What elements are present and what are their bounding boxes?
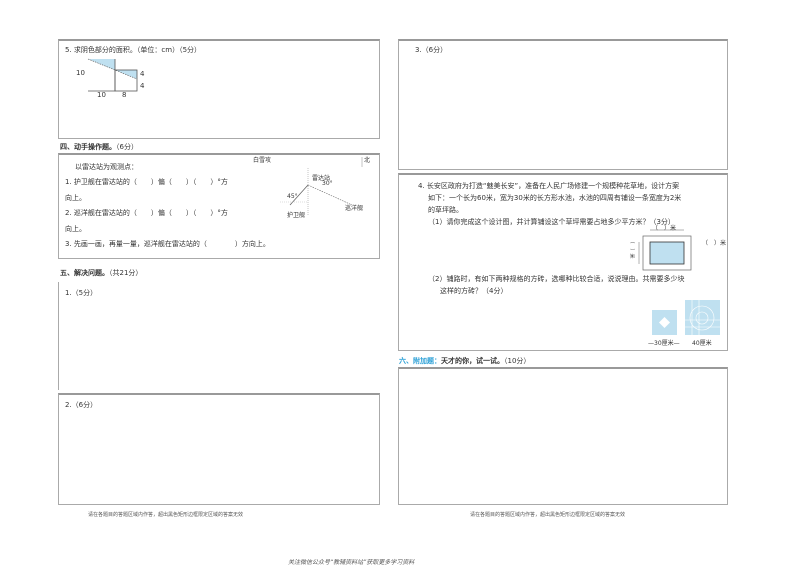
q5-label: 10 [97,91,106,99]
q5-label: 8 [122,91,127,99]
section5-heading: 五、解决问题。（共21分） [60,268,142,278]
map-top-label: 白雪攻 [253,157,272,164]
section6-heading: 六、附加题：天才的你，试一试。（10分） [399,356,530,366]
radar-q2: 2. 巡洋舰在雷达站的（ ）偏（ ）（ ）°方 [65,209,228,217]
map-angle-45: 45° [287,193,298,200]
fig-left-label: （ ）米 [628,238,635,259]
tile1-label: —30厘米— [648,340,680,347]
map-ship2-label: 护卫舰 [287,212,306,219]
problem1-box [58,282,380,390]
problem2-box [58,393,380,505]
q5-label: 4 [140,82,145,90]
section5-score: （共21分） [109,269,143,277]
left-footer: 请在各题目的答题区域内作答，超出黑色矩形边框限定区域的答案无效 [88,512,244,518]
q4-sub2: 这样的方砖？（4分） [440,287,508,295]
q5-label: 10 [76,69,85,77]
tile2-label: 40厘米 [692,340,712,347]
radar-q3: 3. 先画一画，再量一量，巡洋舰在雷达站的（ ）方向上。 [65,240,270,248]
q4-sub2: （2）铺路时，有如下两种规格的方砖，选哪种比较合适，说说理由。共需要多少块 [428,275,685,283]
section6-score: （10分） [504,357,531,365]
q5-figure [87,58,138,92]
q5-title: 5. 求阴色部分的面积。（单位：cm）（5分） [65,46,202,54]
section4-heading: 四、动手操作题。（6分） [60,142,138,152]
tile1-size: 30厘米 [654,340,674,347]
problem2-title: 2.（6分） [65,401,98,409]
q4-line: 如下：一个长为60米，宽为30米的长方形水池，水池的四周有铺设一条宽度为2米 [428,194,682,202]
section6-title: 天才的你，试一试。 [441,357,504,365]
q3-title: 3.（6分） [415,46,448,54]
q5-label: 4 [140,70,145,78]
q4-line: 4. 长安区政府为打造“魅美长安”，准备在人民广场修建一个规模种花草地，设计方案 [418,182,680,190]
map-ship1-label: 巡洋舰 [345,205,364,212]
section4-score: （6分） [116,143,138,151]
map-angle-30: 30° [322,180,333,187]
radar-q1: 1. 护卫舰在雷达站的（ ）偏（ ）（ ）°方 [65,178,228,186]
section6-prefix: 六、附加题： [399,357,441,365]
pool-design-figure [638,229,692,271]
bottom-note: 关注微信公众号“教辅资料站”获取更多学习资料 [288,559,415,566]
q4-line: 的草坪路。 [428,206,463,214]
q4-sub1: （1）请你完成这个设计图，并计算铺设这个草坪需要占地多少平方米？（3分） [428,218,675,226]
fig-top-label: （ ）米 [652,225,677,232]
section4-title: 四、动手操作题。 [60,143,116,151]
radar-q2: 向上。 [65,225,86,233]
section5-title: 五、解决问题。 [60,269,109,277]
q3-box [398,39,728,170]
radar-intro: 以雷达站为观测点： [75,163,138,171]
problem1-title: 1.（5分） [65,289,98,297]
tiles-figure [652,300,720,335]
bonus-box [398,367,728,505]
right-footer: 请在各题目的答题区域内作答，超出黑色矩形边框限定区域的答案无效 [470,512,626,518]
map-north-label: 北 [364,157,371,164]
radar-q1: 向上。 [65,194,86,202]
fig-right-label: （ ）米 [702,240,727,247]
